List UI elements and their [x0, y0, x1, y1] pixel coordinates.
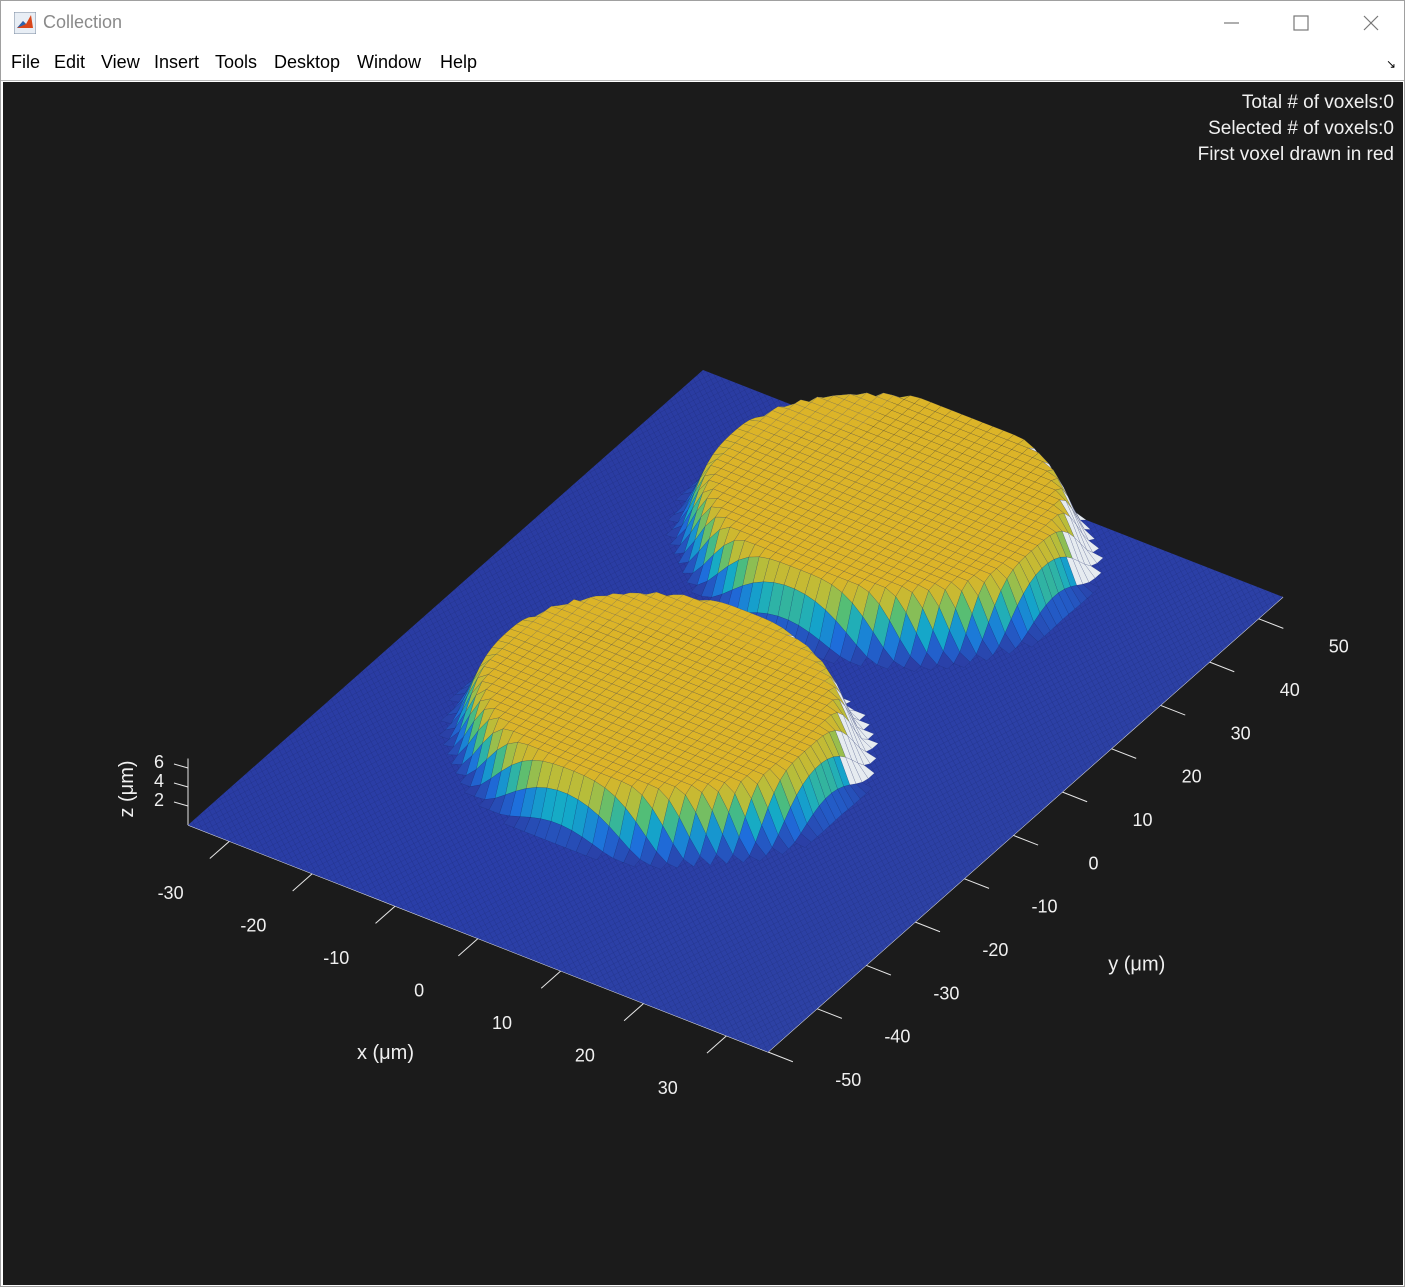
minimize-button[interactable] [1198, 1, 1266, 45]
matlab-icon [14, 12, 36, 34]
z-axis-title: z (μm) [116, 760, 138, 817]
x-tick-label: 10 [492, 1013, 512, 1033]
z-tick [173, 763, 189, 769]
menu-tools[interactable]: Tools [215, 52, 257, 73]
z-tick [173, 782, 189, 788]
y-axis-title: y (μm) [1108, 954, 1165, 976]
x-tick [292, 873, 313, 892]
y-tick [1111, 748, 1137, 759]
y-tick [1209, 661, 1235, 673]
y-tick [865, 964, 892, 976]
surface-layer [188, 370, 1283, 1052]
maximize-icon [1293, 15, 1309, 31]
maximize-button[interactable] [1267, 1, 1335, 45]
y-tick-label: 0 [1089, 853, 1099, 873]
y-tick-label: -10 [1031, 897, 1057, 917]
y-tick-label: -20 [982, 940, 1008, 960]
y-tick-label: 50 [1329, 637, 1349, 657]
x-tick [375, 905, 396, 924]
x-tick [209, 840, 230, 859]
x-axis-title: x (μm) [357, 1042, 414, 1064]
x-tick [623, 1002, 645, 1022]
y-tick [914, 921, 941, 933]
z-tick-label: 4 [154, 771, 164, 791]
y-tick [1258, 618, 1284, 629]
x-tick-label: -10 [323, 948, 349, 968]
menu-bar: File Edit View Insert Tools Desktop Wind… [1, 45, 1404, 81]
y-tick [767, 1051, 794, 1063]
y-tick-label: 40 [1280, 680, 1300, 700]
close-button[interactable] [1336, 1, 1404, 45]
x-tick-label: 20 [575, 1045, 595, 1065]
menu-desktop[interactable]: Desktop [274, 52, 340, 73]
y-tick-label: 20 [1182, 767, 1202, 787]
y-tick [1013, 834, 1039, 846]
menu-insert[interactable]: Insert [154, 52, 199, 73]
figure-window: Collection File Edit View Insert Tools D… [0, 0, 1405, 1287]
y-tick-label: 10 [1133, 810, 1153, 830]
y-tick [1062, 791, 1088, 803]
menu-edit[interactable]: Edit [54, 52, 85, 73]
window-title: Collection [43, 12, 123, 32]
x-tick-label: -20 [240, 916, 266, 936]
x-tick [540, 970, 562, 989]
y-tick [816, 1008, 843, 1019]
close-icon [1363, 15, 1379, 31]
menu-window[interactable]: Window [357, 52, 421, 73]
menu-file[interactable]: File [11, 52, 40, 73]
x-tick [706, 1035, 727, 1054]
minimize-icon [1224, 22, 1239, 24]
y-tick [1160, 704, 1186, 716]
z-tick-label: 6 [154, 752, 164, 772]
title-bar[interactable]: Collection [1, 1, 1404, 45]
menu-help[interactable]: Help [440, 52, 477, 73]
x-tick-label: 30 [658, 1078, 678, 1098]
y-tick-label: -50 [835, 1070, 861, 1090]
dock-arrow-icon[interactable]: ↘ [1386, 57, 1396, 71]
y-tick-label: 30 [1231, 723, 1251, 743]
x-tick [458, 938, 479, 957]
menu-view[interactable]: View [101, 52, 140, 73]
y-tick [964, 878, 990, 889]
figure-canvas[interactable]: Total # of voxels:0 Selected # of voxels… [3, 82, 1403, 1285]
x-tick-label: -30 [158, 883, 184, 903]
surface-plot[interactable]: -30 -20 -10 0 10 20 30 -50 -40 -30 -20 -10 0 10 20 30 40… [3, 82, 1403, 1285]
z-tick-label: 2 [154, 790, 164, 810]
y-tick-label: -40 [884, 1027, 910, 1047]
z-tick [173, 801, 189, 807]
x-tick-label: 0 [414, 981, 424, 1001]
y-tick-label: -30 [933, 983, 959, 1003]
